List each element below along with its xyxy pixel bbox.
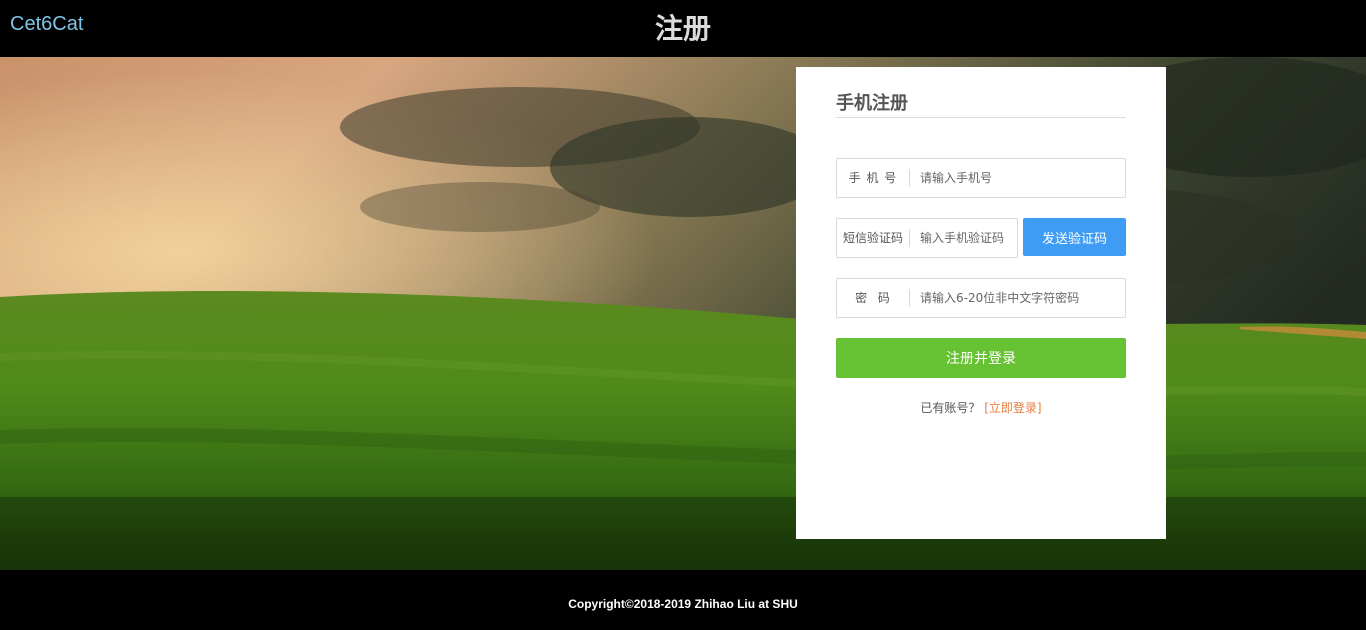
top-bar: Cet6Cat 注册: [0, 0, 1366, 57]
password-field: 密 码: [836, 278, 1126, 318]
sms-code-input[interactable]: [910, 219, 1017, 257]
password-label: 密 码: [855, 291, 891, 305]
form-title: 手机注册: [836, 93, 908, 114]
phone-field: 手 机 号: [836, 158, 1126, 198]
login-now-link[interactable]: [立即登录]: [984, 401, 1041, 415]
sms-code-field: 短信验证码: [836, 218, 1018, 258]
has-account-text: 已有账号？: [920, 401, 981, 415]
send-code-button[interactable]: 发送验证码: [1023, 218, 1126, 256]
sms-code-label: 短信验证码: [842, 231, 903, 245]
phone-label: 手 机 号: [848, 171, 898, 185]
password-input[interactable]: [910, 279, 1125, 317]
page-title: 注册: [654, 12, 711, 45]
title-divider: [836, 117, 1126, 118]
register-and-login-button[interactable]: 注册并登录: [836, 338, 1126, 378]
register-card: 手机注册 手 机 号 短信验证码 发送验证码 密 码 注册并登录 已有账号？ […: [796, 67, 1166, 539]
phone-input[interactable]: [910, 159, 1125, 197]
login-prompt: 已有账号？ [立即登录]: [836, 399, 1126, 416]
copyright-text: Copyright©2018-2019 Zhihao Liu at SHU: [568, 597, 798, 611]
footer: Copyright©2018-2019 Zhihao Liu at SHU: [0, 570, 1366, 630]
